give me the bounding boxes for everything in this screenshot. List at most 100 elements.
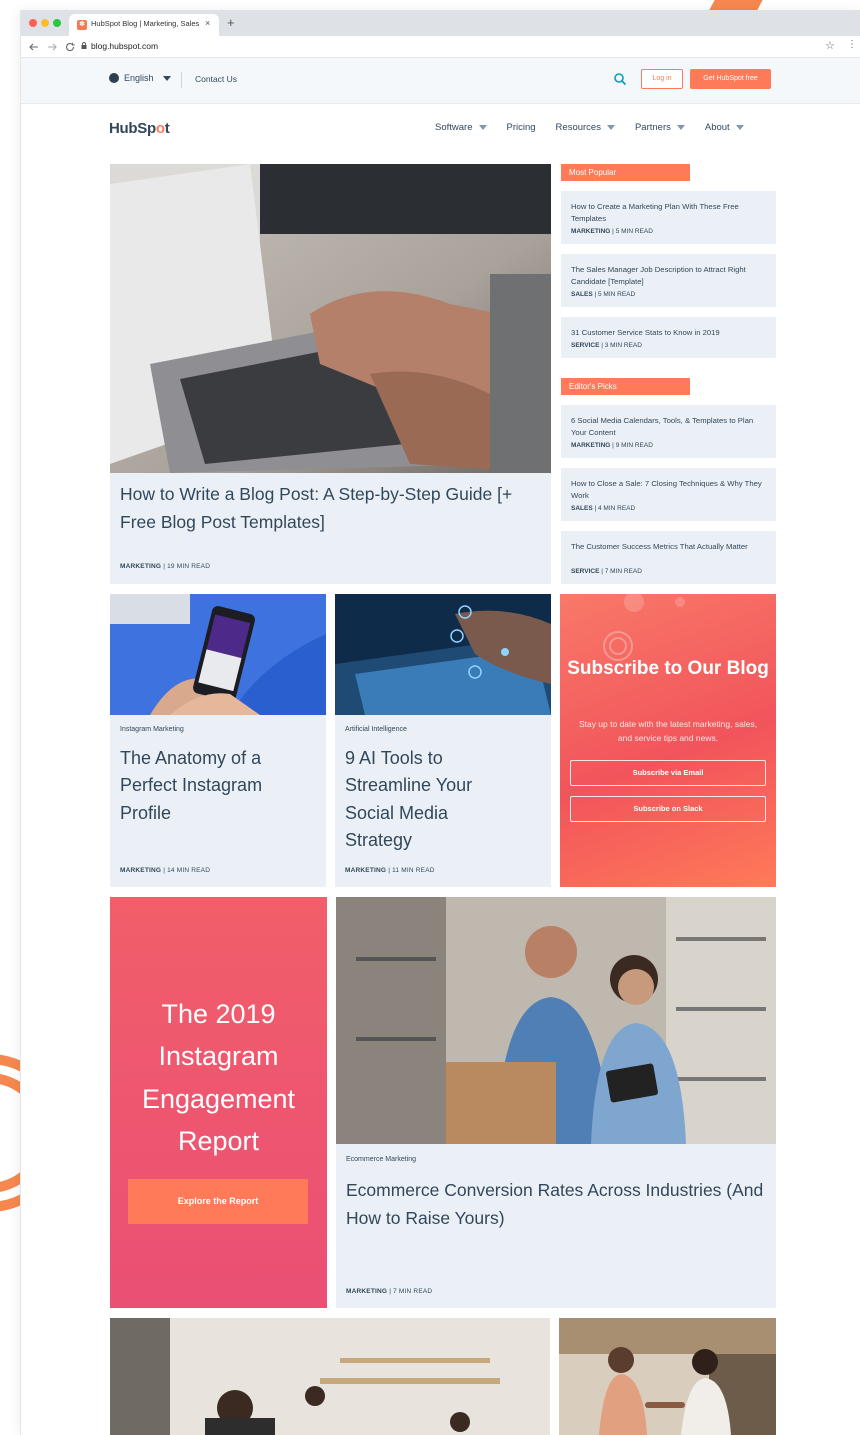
article-card-handshake[interactable] — [559, 1318, 776, 1435]
category-tag: MARKETING — [120, 563, 162, 570]
hubspot-favicon-icon: ✽ — [77, 20, 87, 30]
most-popular-item[interactable]: 31 Customer Service Stats to Know in 201… — [561, 317, 776, 358]
forward-arrow-icon[interactable] — [47, 42, 57, 52]
separator: | — [612, 442, 614, 449]
tab-close-icon[interactable]: × — [205, 18, 210, 28]
separator: | — [601, 342, 603, 349]
subscribe-slack-button[interactable]: Subscribe on Slack — [570, 796, 766, 822]
side-item-meta: MARKETING | 5 MIN READ — [571, 228, 653, 235]
category-tag: MARKETING — [346, 1288, 388, 1295]
editors-pick-item[interactable]: The Customer Success Metrics That Actual… — [561, 531, 776, 584]
separator: | — [163, 563, 166, 570]
sprocket-icon: o — [155, 120, 165, 137]
side-item-meta: SALES | 5 MIN READ — [571, 291, 635, 298]
nav-item-software[interactable]: Software — [435, 122, 487, 133]
side-item-title[interactable]: 31 Customer Service Stats to Know in 201… — [571, 327, 769, 339]
login-button[interactable]: Log in — [641, 69, 683, 89]
warehouse-people-image — [336, 897, 776, 1144]
url-text[interactable]: blog.hubspot.com — [91, 41, 158, 51]
read-time: 11 MIN READ — [392, 867, 435, 874]
featured-article-card[interactable]: How to Write a Blog Post: A Step-by-Step… — [110, 164, 551, 584]
separator: | — [388, 867, 391, 874]
get-hubspot-free-button[interactable]: Get HubSpot free — [690, 69, 771, 89]
editors-pick-item[interactable]: How to Close a Sale: 7 Closing Technique… — [561, 468, 776, 521]
article-card-office[interactable] — [110, 1318, 550, 1435]
read-time: 7 MIN READ — [393, 1288, 433, 1295]
separator: | — [594, 505, 597, 512]
chevron-down-icon — [606, 125, 615, 130]
hubspot-logo[interactable]: HubSpot — [109, 120, 170, 137]
article-topic[interactable]: Instagram Marketing — [120, 726, 184, 733]
search-icon[interactable] — [613, 72, 627, 86]
report-title: The 2019 Instagram Engagement Report — [141, 999, 296, 1157]
new-tab-icon[interactable]: + — [227, 16, 235, 29]
read-time: 19 MIN READ — [167, 563, 211, 570]
subscribe-card: Subscribe to Our Blog Stay up to date wi… — [560, 594, 776, 887]
back-arrow-icon[interactable] — [29, 42, 39, 52]
article-card-ecommerce[interactable]: Ecommerce Marketing Ecommerce Conversion… — [336, 897, 776, 1308]
side-item-title[interactable]: The Customer Success Metrics That Actual… — [571, 541, 769, 553]
side-item-meta: SALES | 4 MIN READ — [571, 505, 635, 512]
featured-article-title[interactable]: How to Write a Blog Post: A Step-by-Step… — [120, 480, 520, 536]
article-card-ai-tools[interactable]: Artificial Intelligence 9 AI Tools to St… — [335, 594, 551, 887]
contact-us-link[interactable]: Contact Us — [195, 74, 237, 84]
side-item-title[interactable]: The Sales Manager Job Description to Att… — [571, 264, 769, 287]
article-meta: MARKETING | 14 MIN READ — [120, 867, 210, 874]
category-tag: SALES — [571, 291, 593, 298]
handshake-image — [559, 1318, 776, 1435]
chevron-down-icon — [735, 125, 744, 130]
tab-title: HubSpot Blog | Marketing, Sales — [91, 19, 200, 28]
subscribe-email-button[interactable]: Subscribe via Email — [570, 760, 766, 786]
editors-pick-item[interactable]: 6 Social Media Calendars, Tools, & Templ… — [561, 405, 776, 458]
page: ✽ HubSpot Blog | Marketing, Sales × + bl… — [0, 0, 860, 1435]
side-item-title[interactable]: How to Close a Sale: 7 Closing Technique… — [571, 478, 769, 501]
language-selector[interactable]: English — [109, 73, 171, 83]
nav-item-resources[interactable]: Resources — [556, 122, 615, 133]
explore-report-button[interactable]: Explore the Report — [128, 1179, 308, 1224]
globe-icon — [109, 73, 119, 83]
nav-label: Pricing — [506, 122, 536, 133]
side-item-title[interactable]: How to Create a Marketing Plan With Thes… — [571, 201, 769, 224]
lock-icon — [81, 42, 87, 49]
read-time: 14 MIN READ — [167, 867, 211, 874]
side-item-title[interactable]: 6 Social Media Calendars, Tools, & Templ… — [571, 415, 769, 438]
subscribe-description: Stay up to date with the latest marketin… — [578, 719, 758, 744]
article-title[interactable]: Ecommerce Conversion Rates Across Indust… — [346, 1176, 766, 1232]
article-topic[interactable]: Ecommerce Marketing — [346, 1156, 416, 1163]
nav-item-pricing[interactable]: Pricing — [507, 122, 536, 133]
article-topic[interactable]: Artificial Intelligence — [345, 726, 407, 733]
article-card-instagram[interactable]: Instagram Marketing The Anatomy of a Per… — [110, 594, 326, 887]
bookmark-star-icon[interactable]: ☆ — [825, 39, 835, 52]
browser-window: ✽ HubSpot Blog | Marketing, Sales × + bl… — [20, 10, 860, 1435]
utility-bar: English Contact Us Log in Get HubSpot fr… — [21, 58, 860, 104]
laptop-social-icons-image — [335, 594, 551, 715]
browser-menu-icon[interactable]: ⋮ — [847, 39, 857, 50]
minimize-window-dot[interactable] — [41, 19, 49, 27]
nav-item-about[interactable]: About — [705, 122, 744, 133]
read-time: 4 MIN READ — [598, 505, 636, 512]
category-tag: MARKETING — [571, 442, 611, 449]
side-item-meta: SERVICE | 7 MIN READ — [571, 568, 642, 575]
maximize-window-dot[interactable] — [53, 19, 61, 27]
article-title[interactable]: The Anatomy of a Perfect Instagram Profi… — [120, 745, 316, 827]
chevron-down-icon — [162, 75, 171, 81]
subscribe-title: Subscribe to Our Blog — [567, 658, 769, 679]
article-title[interactable]: 9 AI Tools to Streamline Your Social Med… — [345, 745, 515, 854]
divider — [181, 72, 182, 88]
nav-label: Partners — [634, 122, 671, 133]
reload-icon[interactable] — [65, 42, 75, 52]
article-meta: MARKETING | 11 MIN READ — [345, 867, 435, 874]
chevron-down-icon — [478, 125, 487, 130]
article-meta: MARKETING | 7 MIN READ — [346, 1288, 432, 1295]
logo-text-prefix: HubSp — [109, 120, 156, 137]
report-promo-card: The 2019 Instagram Engagement Report Exp… — [110, 897, 327, 1308]
side-item-meta: MARKETING | 9 MIN READ — [571, 442, 653, 449]
browser-tab[interactable]: ✽ HubSpot Blog | Marketing, Sales × — [69, 14, 219, 36]
nav-item-partners[interactable]: Partners — [635, 122, 685, 133]
close-window-dot[interactable] — [29, 19, 37, 27]
read-time: 5 MIN READ — [615, 228, 653, 235]
side-item-meta: SERVICE | 3 MIN READ — [571, 342, 642, 349]
most-popular-item[interactable]: The Sales Manager Job Description to Att… — [561, 254, 776, 307]
most-popular-item[interactable]: How to Create a Marketing Plan With Thes… — [561, 191, 776, 244]
category-tag: SERVICE — [571, 342, 600, 349]
